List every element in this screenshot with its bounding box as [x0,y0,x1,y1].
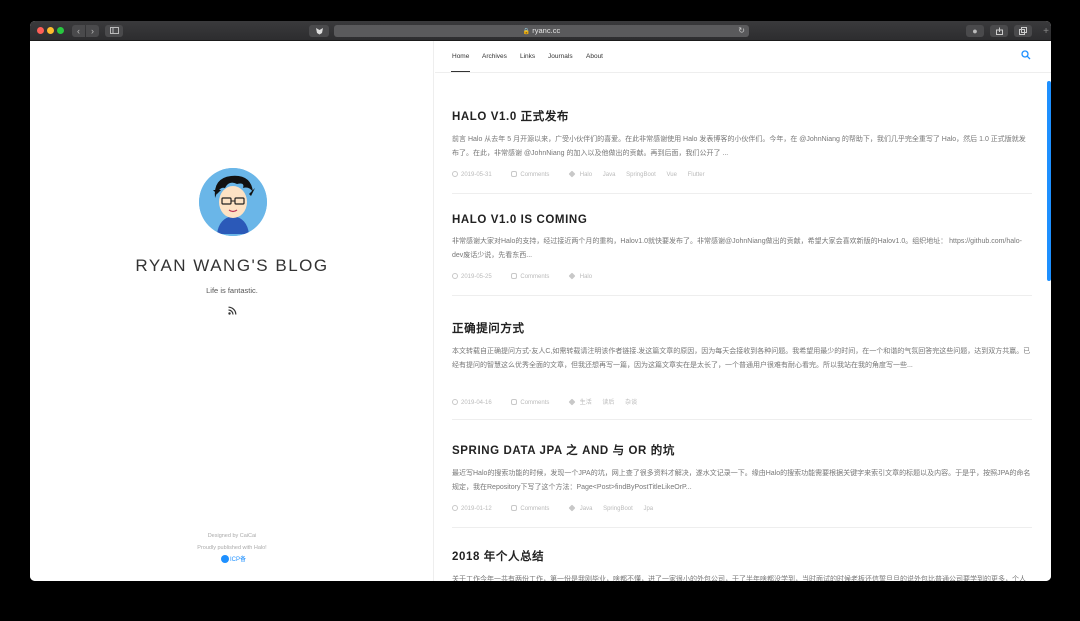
nav-links[interactable]: Links [520,53,535,60]
post-title[interactable]: HALO V1.0 正式发布 [452,108,1032,124]
post-item: 正确提问方式 本文转载自正确提问方式-友人C,如需转载请注明该作者链接.发这篇文… [452,320,1032,420]
clock-icon [452,505,458,511]
post-item: 2018 年个人总结 关于工作今年一共有两份工作，第一份是我刚毕业，啥都不懂，进… [452,548,1032,581]
badge-icon [221,555,229,563]
icp-badge-label: ICP备 [230,557,247,563]
post-comments-link[interactable]: Comments [511,171,558,178]
comment-icon [511,273,518,279]
post-date: 2019-04-16 [452,399,501,406]
tag-icon [568,504,576,512]
post-item: SPRING DATA JPA 之 AND 与 OR 的坑 最近写Halo的搜索… [452,442,1032,528]
post-tag[interactable]: 读后 [602,400,614,406]
post-tag[interactable]: SpringBoot [626,172,656,178]
tag-icon [568,170,576,178]
sidebar-toggle-button[interactable] [105,25,123,37]
post-title[interactable]: 正确提问方式 [452,320,1032,336]
back-button[interactable]: ‹ [72,25,85,37]
post-meta: 2019-05-25 Comments Halo [452,272,1032,295]
tabs-overview-button[interactable] [1014,25,1032,37]
post-tag[interactable]: Flutter [688,172,705,178]
info-button[interactable]: ● [966,25,984,37]
clock-icon [452,171,458,177]
post-excerpt: 前言 Halo 从去年 5 月开源以来，广受小伙伴们的喜爱。在此非常感谢使用 H… [452,136,1026,157]
footer-designed-by: Designed by CaiCai [207,533,257,539]
nav-home[interactable]: Home [450,53,471,72]
post-excerpt: 关于工作今年一共有两份工作，第一份是我刚毕业，啥都不懂，进了一家很小的外包公司，… [452,576,1026,581]
post-meta: 2019-01-12 Comments Java SpringBoot Jpa [452,504,1032,527]
reload-icon[interactable]: ↻ [738,25,745,37]
post-comments-link[interactable]: Comments [511,505,558,512]
post-item: HALO V1.0 正式发布 前言 Halo 从去年 5 月开源以来，广受小伙伴… [452,108,1032,194]
post-tag[interactable]: Halo [580,172,592,178]
post-date: 2019-05-25 [452,273,501,280]
nav-about[interactable]: About [586,53,603,60]
clock-icon [452,399,458,405]
post-tag[interactable]: SpringBoot [603,506,633,512]
lock-icon: 🔒 [522,29,531,35]
share-icon [995,27,1003,35]
minimize-window-button[interactable] [47,27,54,34]
post-title[interactable]: SPRING DATA JPA 之 AND 与 OR 的坑 [452,442,1032,458]
footer-powered-by: Proudly published with Halo! [197,545,267,551]
shield-button[interactable] [309,25,329,37]
search-icon[interactable] [1021,50,1031,60]
tabs-icon [1019,27,1027,35]
post-meta: 2019-05-31 Comments Halo Java SpringBoot… [452,170,1032,193]
post-tags: Java SpringBoot Jpa [568,504,662,512]
post-comments-link[interactable]: Comments [511,399,558,406]
post-tags: Halo [568,272,601,280]
post-title[interactable]: HALO V1.0 IS COMING [452,214,1032,226]
blog-title: RYAN WANG'S BLOG [135,256,329,275]
post-tag[interactable]: Jpa [643,506,653,512]
post-excerpt: 本文转载自正确提问方式-友人C,如需转载请注明该作者链接.发这篇文章的原因，因为… [452,348,1031,369]
post-excerpt: 非常感谢大家对Halo的支持，经过接近两个月的重构，Halov1.0就快要发布了… [452,238,1022,259]
rss-icon[interactable] [227,306,237,316]
clock-icon [452,273,458,279]
post-tag[interactable]: Halo [580,274,592,280]
close-window-button[interactable] [37,27,44,34]
maximize-window-button[interactable] [57,27,64,34]
url-text: ryanc.cc [532,26,561,35]
post-tag[interactable]: 杂谈 [625,400,637,406]
shield-icon [315,28,323,35]
comment-icon [511,171,518,177]
post-date: 2019-01-12 [452,505,501,512]
forward-button[interactable]: › [86,25,99,37]
main-panel: Home Archives Links Journals About HALO … [435,41,1051,581]
blog-description: Life is fantastic. [206,286,258,295]
new-tab-button[interactable]: + [1043,27,1049,37]
icp-badge[interactable]: ICP备 [221,555,246,564]
post-tag[interactable]: Vue [666,172,676,178]
post-meta: 2019-04-16 Comments 生活 读后 杂谈 [452,397,1032,419]
tag-icon [568,398,576,406]
post-tags: Halo Java SpringBoot Vue Flutter [568,170,714,178]
top-navigation: Home Archives Links Journals About [435,41,1051,73]
post-comments-link[interactable]: Comments [511,273,558,280]
profile-panel: RYAN WANG'S BLOG Life is fantastic. Desi… [30,41,434,581]
sidebar-icon [109,27,119,34]
avatar[interactable] [199,168,267,236]
scrollbar[interactable] [1047,81,1051,281]
post-excerpt: 最近写Halo的搜索功能的时候，发现一个JPA的坑，网上查了很多资料才解决，遂水… [452,470,1031,491]
post-item: HALO V1.0 IS COMING 非常感谢大家对Halo的支持，经过接近两… [452,214,1032,296]
tag-icon [568,272,576,280]
comment-icon [511,399,518,405]
post-tag[interactable]: Java [580,506,593,512]
browser-titlebar: ‹ › 🔒 ryanc.cc ↻ ● + [30,21,1051,41]
post-title[interactable]: 2018 年个人总结 [452,548,1032,564]
chevron-right-icon: › [91,26,94,36]
share-button[interactable] [990,25,1008,37]
post-tags: 生活 读后 杂谈 [568,398,646,406]
post-tag[interactable]: Java [603,172,616,178]
post-tag[interactable]: 生活 [580,400,592,406]
chevron-left-icon: ‹ [77,26,80,36]
comment-icon [511,505,518,511]
browser-window: ‹ › 🔒 ryanc.cc ↻ ● + RYAN WANG'S BLOG Li… [30,21,1051,581]
info-icon: ● [972,26,978,36]
nav-journals[interactable]: Journals [548,53,573,60]
address-bar[interactable]: 🔒 ryanc.cc ↻ [334,25,749,37]
nav-archives[interactable]: Archives [482,53,507,60]
post-date: 2019-05-31 [452,171,501,178]
